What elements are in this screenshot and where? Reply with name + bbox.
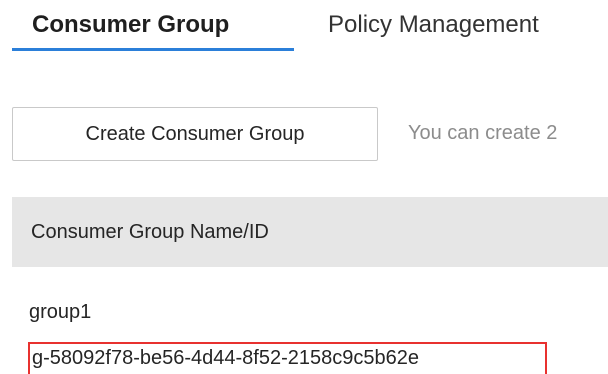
table-header: Consumer Group Name/ID [12,197,608,267]
tab-bar: Consumer Group Policy Management [0,0,608,54]
tab-policy-management[interactable]: Policy Management [328,10,539,40]
quota-hint-text: You can create 2 [408,122,558,144]
tab-consumer-group[interactable]: Consumer Group [32,10,229,40]
active-tab-indicator [12,48,294,51]
consumer-group-name: group1 [29,301,92,323]
column-header-name-id: Consumer Group Name/ID [31,221,269,243]
create-consumer-group-button[interactable]: Create Consumer Group [12,107,378,161]
consumer-group-page: Consumer Group Policy Management Create … [0,0,608,374]
consumer-group-id: g-58092f78-be56-4d44-8f52-2158c9c5b62e [28,342,547,374]
table-row: group1 g-58092f78-be56-4d44-8f52-2158c9c… [0,280,608,374]
